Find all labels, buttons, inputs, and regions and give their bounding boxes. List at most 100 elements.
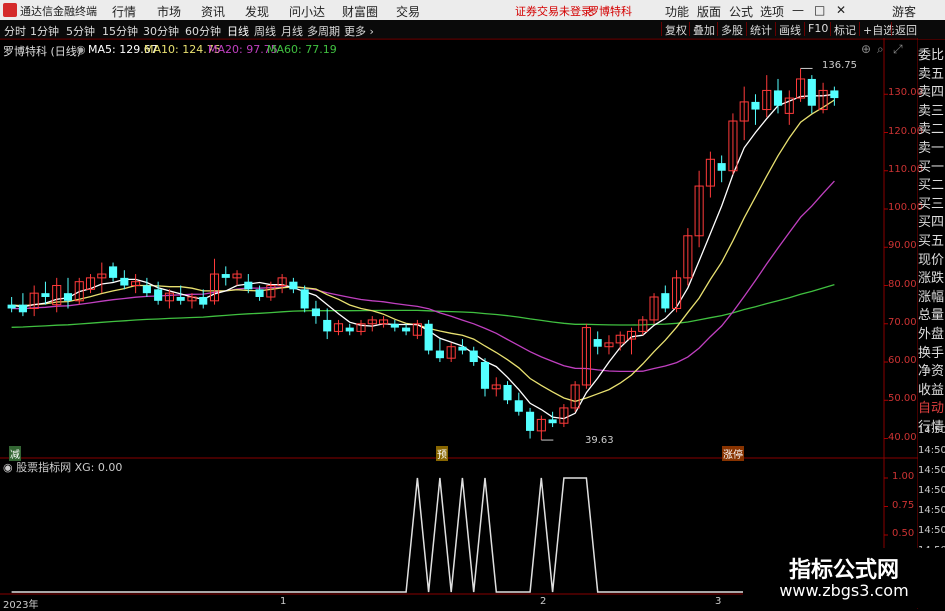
ma5-line <box>11 93 835 420</box>
candle-body <box>469 350 478 363</box>
tick-time: 14:50 <box>918 465 945 476</box>
candle-body <box>458 346 467 351</box>
period-tab[interactable]: 月线 <box>281 23 303 39</box>
marker-limit-up[interactable]: 涨停 <box>722 446 744 461</box>
quote-panel-label: 卖三 <box>918 103 945 119</box>
guest-label[interactable]: 游客 <box>892 3 916 20</box>
watermark: 指标公式网 www.zbgs3.com <box>743 548 945 608</box>
menu-right-item[interactable]: 公式 <box>729 3 753 20</box>
price-label: 60.00 <box>888 355 917 367</box>
quote-panel-label: 买五 <box>918 234 945 249</box>
quote-panel-label: 委比 <box>918 48 945 63</box>
tool-button[interactable]: 叠加 <box>689 22 715 37</box>
candle-body <box>548 419 557 424</box>
candle-body <box>661 293 670 309</box>
candle-body <box>717 163 726 171</box>
price-label: 90.00 <box>888 240 917 252</box>
time-axis-month: 3 <box>715 596 722 607</box>
candle-body <box>154 289 163 301</box>
menu-bar: 通达信金融终端 行情 市场 资讯 发现 问小达 财富圈 交易 证券交易未登录 罗… <box>0 0 945 20</box>
quote-panel-label: 现价 <box>918 252 945 268</box>
candle-body <box>7 304 16 309</box>
period-tab[interactable]: 分时 <box>4 23 26 39</box>
period-tab[interactable]: 1分钟 <box>30 23 59 39</box>
tick-time: 14:50 <box>918 445 945 456</box>
candle-body <box>424 323 433 351</box>
candle-body <box>402 327 411 332</box>
candle-body <box>289 281 298 290</box>
settings-icon[interactable]: ◉ <box>3 461 13 474</box>
marker-forecast[interactable]: 预 <box>436 446 448 461</box>
tool-button[interactable]: F10 <box>804 22 828 36</box>
tool-button[interactable]: +自选 <box>859 22 894 37</box>
menu-item[interactable]: 交易 <box>396 3 420 20</box>
menu-item[interactable]: 市场 <box>157 3 181 20</box>
candle-body <box>199 296 208 305</box>
candle-body <box>63 293 73 301</box>
tick-time: 14:50 <box>918 525 945 536</box>
candle-body <box>41 293 50 297</box>
quote-panel-label[interactable]: 自动 <box>918 397 945 416</box>
high-annotation: 136.75 <box>822 60 857 71</box>
tool-button[interactable]: 画线 <box>775 22 801 37</box>
watermark-url: www.zbgs3.com <box>779 581 909 600</box>
menu-item[interactable]: 问小达 <box>289 3 325 20</box>
quote-panel-label: 卖四 <box>918 85 945 101</box>
candle-body <box>480 362 490 389</box>
candle-body <box>390 323 399 328</box>
candle-body <box>514 400 523 412</box>
candle-body <box>526 411 535 431</box>
menu-right-item[interactable]: 版面 <box>697 3 721 20</box>
menu-item[interactable]: 资讯 <box>201 3 225 20</box>
candle-body <box>751 101 760 110</box>
period-tab[interactable]: 5分钟 <box>66 23 95 39</box>
restore-icon[interactable]: □ <box>814 3 825 17</box>
candle-body <box>300 289 309 309</box>
period-tab[interactable]: 30分钟 <box>143 23 179 39</box>
period-tab[interactable]: 60分钟 <box>185 23 221 39</box>
sub-axis-label: 1.00 <box>892 471 915 482</box>
menu-item[interactable]: 行情 <box>112 3 136 20</box>
kline-chart[interactable] <box>0 38 918 609</box>
chart-grid <box>0 38 918 609</box>
stock-title: 罗博特科 <box>588 5 632 18</box>
tick-time: 14:50 <box>918 425 945 436</box>
app-logo-icon <box>3 3 17 17</box>
sub-axis-label: 0.50 <box>892 528 915 539</box>
quote-panel-label: 外盘 <box>918 327 945 342</box>
candle-body <box>311 308 320 317</box>
period-tab[interactable]: 多周期 <box>307 23 340 39</box>
quote-panel-label: 买二 <box>918 178 945 194</box>
quote-panel-label: 买三 <box>918 196 945 212</box>
close-icon[interactable]: ✕ <box>836 3 846 17</box>
period-more[interactable]: 更多 › <box>344 23 374 39</box>
period-tab-selected[interactable]: 日线 <box>227 23 249 39</box>
minimize-icon[interactable]: — <box>792 3 804 17</box>
candle-body <box>435 350 444 359</box>
login-warning[interactable]: 证券交易未登录 <box>515 3 592 19</box>
tool-button[interactable]: 复权 <box>661 22 687 37</box>
menu-item[interactable]: 财富圈 <box>342 3 378 20</box>
tool-button[interactable]: 返回 <box>891 22 917 37</box>
period-tab[interactable]: 周线 <box>254 23 276 39</box>
tool-button[interactable]: 多股 <box>717 22 743 37</box>
ma20-line <box>11 180 835 373</box>
period-toolbar: 分时 1分钟 5分钟 15分钟 30分钟 60分钟 日线 周线 月线 多周期 更… <box>0 20 945 40</box>
ma60-line <box>11 283 835 328</box>
app-title: 通达信金融终端 <box>20 5 97 18</box>
price-label: 70.00 <box>888 316 917 328</box>
candle-body <box>109 266 118 278</box>
quote-panel-label: 卖二 <box>918 122 945 138</box>
xg-value: 股票指标网 XG: 0.00 <box>16 461 123 474</box>
menu-right-item[interactable]: 功能 <box>665 3 689 20</box>
menu-right-item[interactable]: 选项 <box>760 3 784 20</box>
tool-button[interactable]: 统计 <box>746 22 772 37</box>
time-axis-month: 2 <box>540 596 547 607</box>
ma10-line <box>11 99 835 403</box>
candle-body <box>244 281 253 290</box>
menu-item[interactable]: 发现 <box>245 3 269 20</box>
tool-button[interactable]: 标记 <box>830 22 856 37</box>
period-tab[interactable]: 15分钟 <box>102 23 138 39</box>
quote-panel-label: 卖五 <box>918 66 945 82</box>
quote-panel-label: 买四 <box>918 215 945 231</box>
